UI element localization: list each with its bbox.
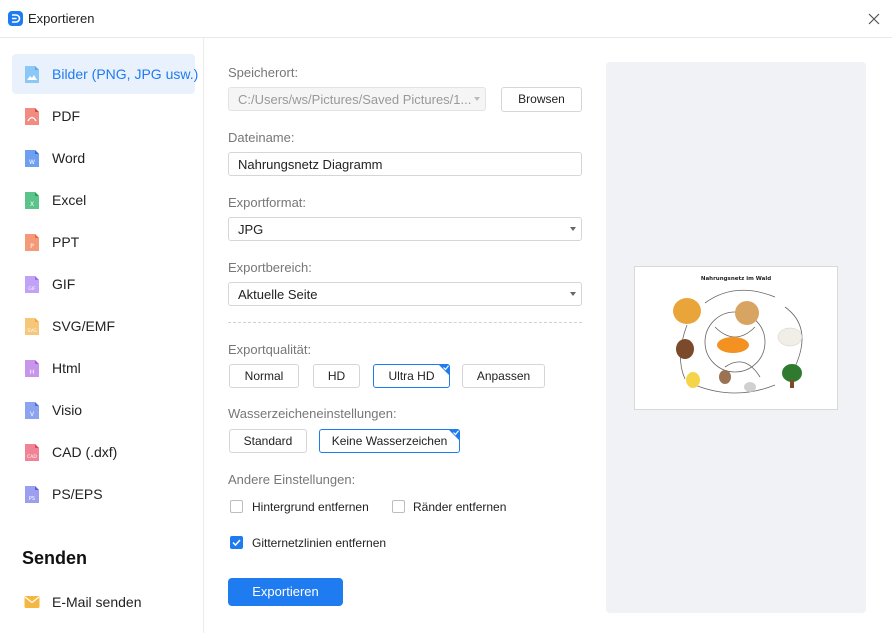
- svg-text:CAD: CAD: [27, 454, 37, 460]
- quality-ultra-hd-button[interactable]: Ultra HD: [373, 364, 450, 388]
- sidebar-item-word[interactable]: W Word: [12, 138, 195, 178]
- browse-button[interactable]: Browsen: [501, 87, 582, 112]
- watermark-none-button[interactable]: Keine Wasserzeichen: [319, 429, 460, 453]
- food-web-diagram: Nahrungsnetz im Wald: [673, 276, 803, 394]
- svg-text:H: H: [30, 369, 35, 376]
- remove-background-checkbox[interactable]: [230, 500, 243, 513]
- svg-text:X: X: [30, 201, 34, 208]
- filename-input[interactable]: Nahrungsnetz Diagramm: [228, 152, 582, 176]
- section-divider: [228, 322, 582, 323]
- close-button[interactable]: [864, 9, 884, 29]
- window-title: Exportieren: [28, 11, 95, 26]
- tiger-illustration: [717, 337, 749, 353]
- sidebar-item-html[interactable]: H Html: [12, 348, 195, 388]
- pdf-file-icon: [25, 108, 39, 125]
- sidebar-item-svg-emf[interactable]: SVG SVG/EMF: [12, 306, 195, 346]
- format-label: Exportformat:: [228, 195, 307, 210]
- other-settings-label: Andere Einstellungen:: [228, 472, 356, 487]
- watermark-label: Wasserzeicheneinstellungen:: [228, 406, 397, 421]
- range-select[interactable]: Aktuelle Seite: [228, 282, 582, 306]
- visio-file-icon: V: [25, 402, 39, 419]
- sidebar-item-ppt[interactable]: P PPT: [12, 222, 195, 262]
- lion-illustration: [673, 298, 701, 324]
- app-logo-icon: [8, 11, 23, 26]
- image-file-icon: [25, 66, 39, 83]
- checkmark-icon: [232, 539, 241, 547]
- mail-icon: [24, 596, 40, 608]
- svg-text:GIF: GIF: [28, 286, 36, 292]
- preview-thumbnail: Nahrungsnetz im Wald: [634, 266, 838, 410]
- svg-file-icon: SVG: [25, 318, 39, 335]
- svg-text:PS: PS: [29, 496, 35, 502]
- remove-borders-label[interactable]: Ränder entfernen: [413, 500, 506, 514]
- cad-file-icon: CAD: [25, 444, 39, 461]
- format-select[interactable]: JPG: [228, 217, 582, 241]
- title-bar: Exportieren: [0, 0, 892, 38]
- sidebar-item-cad[interactable]: CAD CAD (.dxf): [12, 432, 195, 472]
- owl-illustration: [719, 370, 731, 384]
- eagle-illustration: [676, 339, 694, 359]
- mouse-illustration: [744, 382, 756, 392]
- remove-gridlines-label[interactable]: Gitternetzlinien entfernen: [252, 536, 386, 550]
- selected-check-icon: [438, 364, 450, 376]
- remove-background-label[interactable]: Hintergrund entfernen: [252, 500, 369, 514]
- send-section-title: Senden: [22, 548, 88, 568]
- export-button[interactable]: Exportieren: [228, 578, 343, 606]
- svg-text:Nahrungsnetz im Wald: Nahrungsnetz im Wald: [701, 276, 771, 282]
- tree-illustration: [782, 364, 802, 382]
- quality-label: Exportqualität:: [228, 342, 312, 357]
- remove-borders-checkbox[interactable]: [392, 500, 405, 513]
- gif-file-icon: GIF: [25, 276, 39, 293]
- quality-normal-button[interactable]: Normal: [229, 364, 299, 388]
- svg-text:P: P: [30, 243, 34, 250]
- filename-label: Dateiname:: [228, 130, 295, 145]
- chevron-down-icon: [570, 227, 576, 231]
- svg-text:SVG: SVG: [27, 328, 37, 334]
- selected-check-icon: [448, 429, 460, 441]
- svg-text:W: W: [29, 159, 35, 166]
- sidebar-item-images[interactable]: Bilder (PNG, JPG usw.): [12, 54, 198, 94]
- ppt-file-icon: P: [25, 234, 39, 251]
- ps-file-icon: PS: [25, 486, 39, 503]
- range-label: Exportbereich:: [228, 260, 312, 275]
- sidebar-item-email[interactable]: E-Mail senden: [12, 582, 195, 622]
- export-type-sidebar: Bilder (PNG, JPG usw.) PDF W Word X Exce…: [0, 38, 204, 633]
- watermark-standard-button[interactable]: Standard: [229, 429, 307, 453]
- quality-custom-button[interactable]: Anpassen: [462, 364, 545, 388]
- sheep-illustration: [777, 327, 803, 347]
- excel-file-icon: X: [25, 192, 39, 209]
- html-file-icon: H: [25, 360, 39, 377]
- remove-gridlines-checkbox[interactable]: [230, 536, 243, 549]
- chick-illustration: [686, 372, 700, 388]
- location-field: C:/Users/ws/Pictures/Saved Pictures/1...: [228, 87, 486, 111]
- chevron-down-icon: [474, 97, 480, 101]
- location-label: Speicherort:: [228, 65, 299, 80]
- close-icon: [868, 13, 880, 25]
- sidebar-item-visio[interactable]: V Visio: [12, 390, 195, 430]
- chevron-down-icon: [570, 292, 576, 296]
- word-file-icon: W: [25, 150, 39, 167]
- sidebar-item-excel[interactable]: X Excel: [12, 180, 195, 220]
- quality-hd-button[interactable]: HD: [313, 364, 360, 388]
- preview-panel: Nahrungsnetz im Wald: [606, 62, 866, 613]
- sidebar-item-gif[interactable]: GIF GIF: [12, 264, 195, 304]
- fox-illustration: [735, 301, 759, 325]
- sidebar-item-pdf[interactable]: PDF: [12, 96, 195, 136]
- sidebar-item-ps-eps[interactable]: PS PS/EPS: [12, 474, 195, 514]
